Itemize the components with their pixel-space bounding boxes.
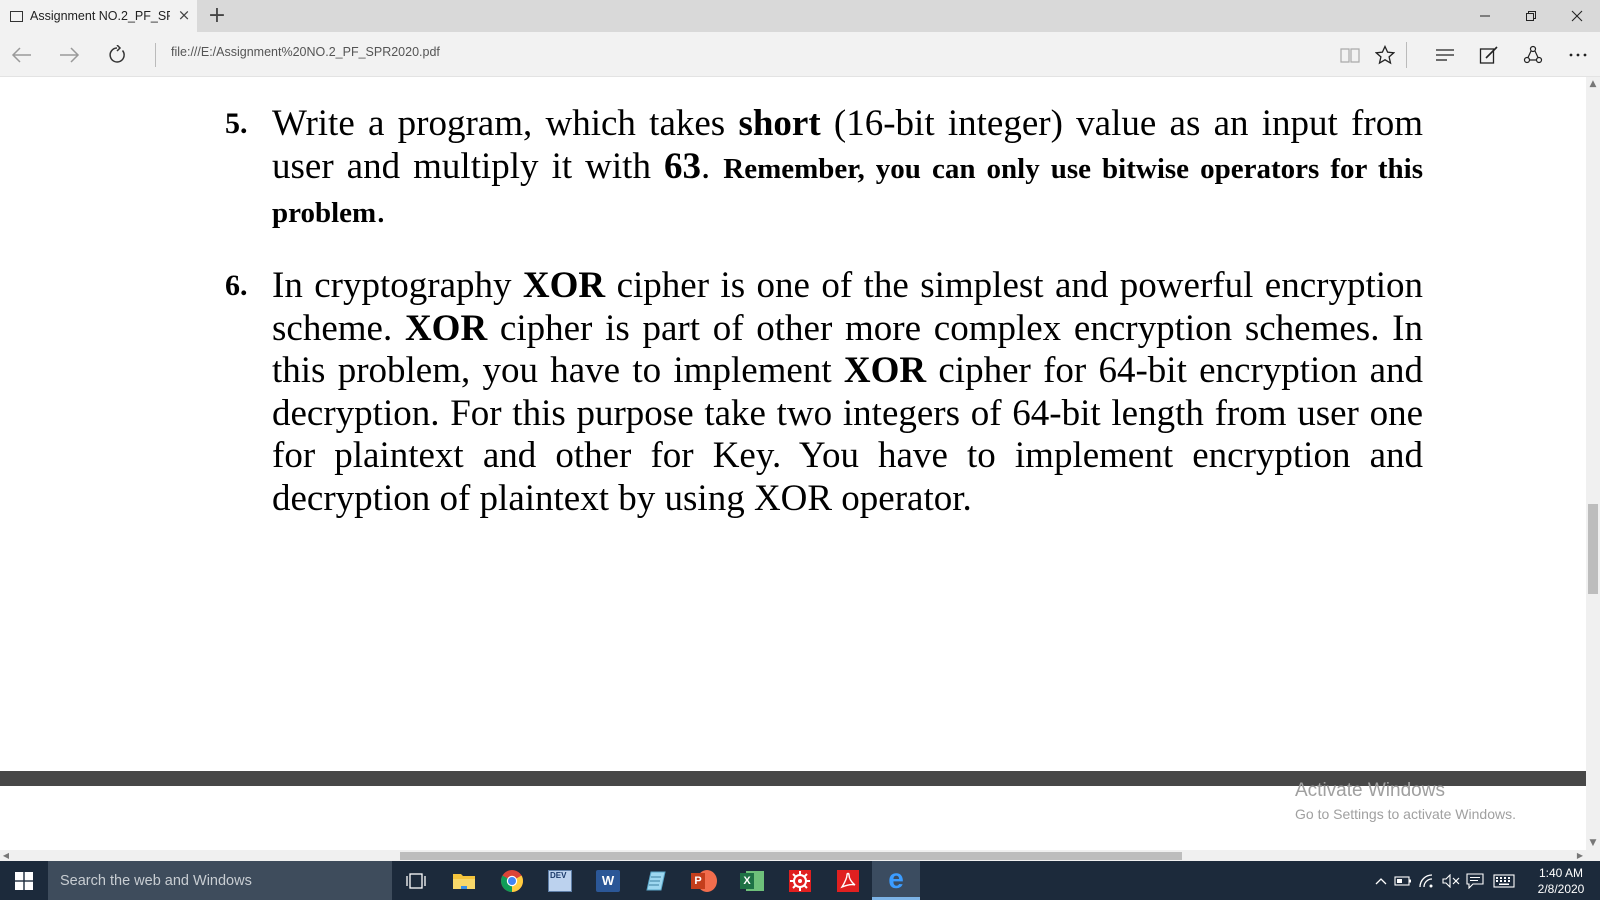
taskbar-dev-cpp[interactable]: DEV — [536, 861, 584, 900]
new-tab-button[interactable]: + — [206, 4, 228, 28]
edge-icon: e — [888, 863, 904, 894]
taskbar-chrome[interactable] — [488, 861, 536, 900]
volume-tray[interactable] — [1440, 861, 1462, 900]
minimize-icon — [1480, 15, 1490, 17]
tab-title: Assignment NO.2_PF_SF — [30, 9, 170, 23]
keyboard-tray[interactable] — [1490, 861, 1518, 900]
dev-cpp-icon: DEV — [548, 869, 572, 892]
back-icon — [11, 47, 31, 63]
favorite-star-icon — [1375, 45, 1395, 65]
scroll-up-icon[interactable]: ▲ — [1586, 77, 1600, 91]
favorite-button[interactable] — [1369, 39, 1401, 71]
dev-cpp-label: DEV — [550, 870, 567, 880]
clock-date: 2/8/2020 — [1537, 882, 1585, 896]
taskbar-edge[interactable]: e — [872, 861, 920, 900]
hub-icon — [1436, 49, 1454, 61]
notepad-icon — [646, 871, 666, 890]
show-hidden-icons-button[interactable] — [1372, 861, 1390, 900]
taskbar-word[interactable]: W — [584, 861, 632, 900]
acrobat-icon — [837, 869, 859, 892]
scroll-down-icon[interactable]: ▼ — [1586, 836, 1600, 850]
taskbar-powerpoint[interactable]: P — [680, 861, 728, 900]
reading-view-icon — [1340, 48, 1360, 63]
share-button[interactable] — [1517, 39, 1549, 71]
back-button[interactable] — [6, 39, 38, 71]
close-window-button[interactable] — [1554, 0, 1600, 32]
file-explorer-icon — [453, 873, 475, 889]
keyboard-icon — [1493, 873, 1515, 888]
close-window-icon — [1571, 10, 1583, 22]
refresh-icon — [109, 45, 125, 63]
vertical-scrollbar[interactable]: ▲ ▼ — [1586, 77, 1600, 850]
horizontal-scroll-thumb[interactable] — [400, 852, 1182, 860]
action-center-icon — [1466, 872, 1484, 889]
tab-strip: Assignment NO.2_PF_SF × + — [0, 0, 1600, 32]
wifi-icon — [1419, 873, 1433, 887]
scroll-right-icon[interactable]: ▶ — [1574, 850, 1586, 861]
tab-page-icon — [10, 10, 23, 22]
close-tab-icon[interactable]: × — [176, 7, 192, 23]
taskbar-acrobat[interactable] — [824, 861, 872, 900]
reading-view-button[interactable] — [1334, 39, 1366, 71]
more-button[interactable] — [1562, 39, 1594, 71]
word-icon: W — [596, 869, 620, 892]
watermark-subtitle: Go to Settings to activate Windows. — [1295, 806, 1516, 822]
address-separator — [155, 43, 156, 67]
navigation-bar: file:///E:/Assignment%20NO.2_PF_SPR2020.… — [0, 32, 1600, 77]
question-number: 5. — [225, 107, 248, 140]
question-text: Write a program, which takes short (16-b… — [272, 103, 1423, 231]
battery-icon — [1394, 875, 1411, 886]
notifications-tray[interactable] — [1464, 861, 1486, 900]
horizontal-scrollbar[interactable]: ◀ ▶ — [0, 850, 1600, 861]
restore-icon — [1526, 11, 1536, 21]
taskbar-search-box[interactable]: Search the web and Windows — [48, 861, 392, 900]
chrome-icon — [501, 869, 523, 892]
taskbar-notepad[interactable] — [632, 861, 680, 900]
taskbar-file-explorer[interactable] — [440, 861, 488, 900]
web-note-button[interactable] — [1473, 39, 1505, 71]
question-number: 6. — [225, 269, 248, 302]
windows-logo-icon — [15, 871, 33, 890]
wifi-tray[interactable] — [1416, 861, 1438, 900]
browser-tab[interactable]: Assignment NO.2_PF_SF × — [0, 0, 197, 32]
taskbar-clock[interactable]: 1:40 AM 2/8/2020 — [1528, 865, 1594, 897]
web-note-icon — [1479, 46, 1498, 64]
hub-button[interactable] — [1429, 39, 1461, 71]
settings-app-icon — [789, 869, 811, 892]
forward-button[interactable] — [53, 39, 85, 71]
task-view-button[interactable] — [392, 861, 440, 900]
more-icon — [1569, 53, 1587, 57]
pdf-viewport[interactable]: 5. Write a program, which takes short (1… — [0, 77, 1586, 771]
toolbar-separator — [1406, 42, 1407, 68]
taskbar: Search the web and Windows DEV W P X e 1… — [0, 861, 1600, 900]
question-text: In cryptography XOR cipher is one of the… — [272, 265, 1424, 519]
share-icon — [1523, 45, 1543, 64]
vertical-scroll-thumb[interactable] — [1588, 504, 1598, 594]
activate-windows-watermark: Activate Windows Go to Settings to activ… — [1295, 780, 1516, 822]
address-bar[interactable]: file:///E:/Assignment%20NO.2_PF_SPR2020.… — [171, 45, 440, 59]
chevron-up-icon — [1375, 877, 1387, 884]
taskbar-excel[interactable]: X — [728, 861, 776, 900]
forward-icon — [60, 47, 80, 63]
scroll-left-icon[interactable]: ◀ — [0, 850, 12, 861]
volume-muted-icon — [1442, 873, 1460, 888]
watermark-title: Activate Windows — [1295, 780, 1445, 801]
taskbar-settings-app[interactable] — [776, 861, 824, 900]
excel-icon: X — [740, 870, 764, 892]
powerpoint-icon: P — [691, 869, 717, 892]
clock-time: 1:40 AM — [1538, 866, 1584, 880]
battery-tray[interactable] — [1392, 861, 1414, 900]
refresh-button[interactable] — [101, 39, 133, 71]
minimize-button[interactable] — [1462, 0, 1508, 32]
task-view-icon — [406, 872, 426, 889]
restore-button[interactable] — [1508, 0, 1554, 32]
start-button[interactable] — [0, 861, 48, 900]
